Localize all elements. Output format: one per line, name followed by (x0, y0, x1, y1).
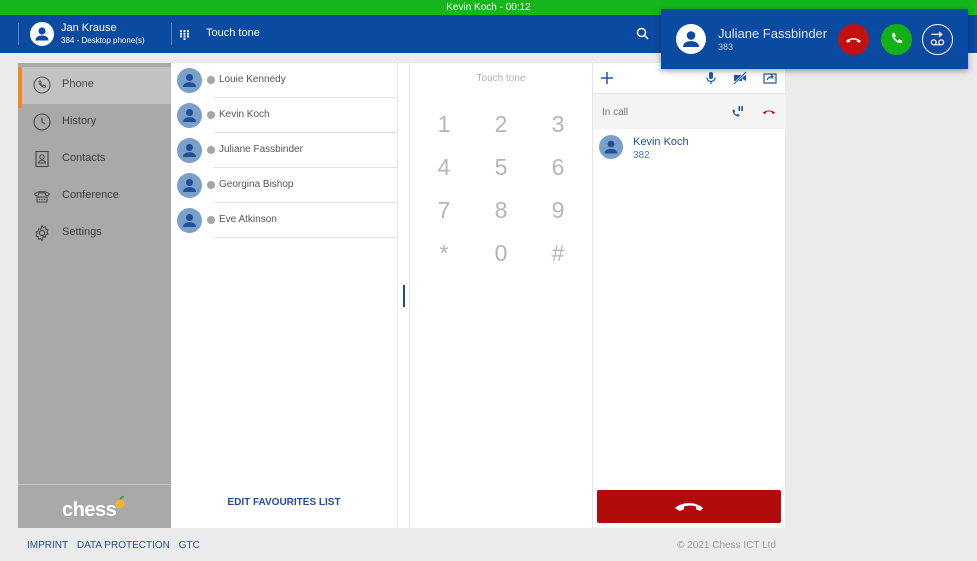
incoming-call-popup: Juliane Fassbinder 383 (661, 9, 968, 69)
incoming-caller-name: Juliane Fassbinder (718, 26, 828, 41)
favourite-row[interactable]: Eve Atkinson (171, 203, 397, 238)
gear-icon (33, 224, 51, 242)
keypad-key[interactable]: # (538, 240, 578, 267)
add-call-icon[interactable] (600, 71, 614, 85)
favourite-row[interactable]: Kevin Koch (171, 98, 397, 133)
search-icon[interactable] (636, 27, 649, 40)
keypad-key[interactable]: 4 (424, 154, 464, 181)
keypad-key[interactable]: 2 (481, 111, 521, 138)
sidebar-item-contacts[interactable]: Contacts (18, 141, 171, 178)
phone-icon (891, 32, 903, 44)
sidebar-item-label: Phone (62, 78, 94, 90)
keypad-key[interactable]: 0 (481, 240, 521, 267)
transfer-call-icon[interactable] (763, 71, 777, 85)
row-divider (214, 237, 397, 238)
user-avatar[interactable] (30, 22, 54, 46)
incoming-caller-avatar (676, 24, 706, 54)
presence-status-dot (207, 181, 215, 189)
sidebar-item-label: History (62, 115, 97, 127)
hang-up-icon (674, 500, 704, 513)
footer-link-gtc[interactable]: GTC (179, 540, 200, 551)
presence-status-dot (207, 76, 215, 84)
hang-up-icon (846, 38, 861, 43)
footer-link-imprint[interactable]: IMPRINT (27, 540, 68, 551)
keypad-key[interactable]: 7 (424, 197, 464, 224)
touch-tone-keypad: Touch tone 1 2 3 4 5 6 7 8 9 * 0 # (410, 63, 592, 528)
hang-up-button[interactable] (597, 490, 781, 523)
keypad-key[interactable]: * (424, 240, 464, 267)
reject-call-button[interactable] (838, 24, 869, 55)
sidebar-item-settings[interactable]: Settings (18, 215, 171, 252)
presence-status-dot (207, 216, 215, 224)
favourite-row[interactable]: Georgina Bishop (171, 168, 397, 203)
favourite-name: Juliane Fassbinder (219, 144, 303, 155)
end-call-small-icon[interactable] (762, 105, 776, 119)
footer-links: IMPRINT DATA PROTECTION GTC (27, 540, 206, 551)
copyright-text: © 2021 Chess ICT Ltd (677, 540, 776, 551)
sidebar-item-label: Settings (62, 226, 102, 238)
favourite-row[interactable]: Louie Kennedy (171, 63, 397, 98)
footer-link-data-protection[interactable]: DATA PROTECTION (77, 540, 170, 551)
sidebar-item-phone[interactable]: Phone (18, 67, 171, 108)
user-name: Jan Krause (61, 22, 117, 34)
presence-status-dot (207, 111, 215, 119)
user-device: 384 - Desktop phone(s) (61, 36, 145, 45)
caller-avatar (599, 135, 623, 159)
conference-phone-icon (33, 187, 51, 205)
header-separator (171, 23, 172, 45)
accept-call-button[interactable] (881, 24, 912, 55)
page-title: Touch tone (206, 27, 260, 39)
favourite-row[interactable]: Juliane Fassbinder (171, 133, 397, 168)
voicemail-divert-icon (930, 31, 945, 46)
video-off-icon[interactable] (733, 71, 747, 85)
keypad-title: Touch tone (476, 73, 526, 84)
favourite-name: Kevin Koch (219, 109, 270, 120)
sidebar-item-conference[interactable]: Conference (18, 178, 171, 215)
contact-avatar (177, 173, 202, 198)
keypad-icon[interactable] (180, 27, 189, 40)
chess-logo: chess (62, 499, 117, 521)
contact-avatar (177, 138, 202, 163)
microphone-icon[interactable] (704, 71, 718, 85)
in-call-header: In call (593, 94, 786, 129)
favourite-name: Georgina Bishop (219, 179, 294, 190)
contact-avatar (177, 68, 202, 93)
call-panel: In call Kevin Koch 382 (592, 63, 786, 528)
sidebar-footer: chess (18, 484, 171, 529)
favourites-list: Louie Kennedy Kevin Koch Juliane Fassbin… (171, 63, 397, 528)
edit-favourites-button[interactable]: EDIT FAVOURITES LIST (171, 497, 397, 508)
caller-name: Kevin Koch (633, 136, 689, 148)
caller-number: 382 (633, 150, 650, 161)
clock-icon (33, 113, 51, 131)
contact-card-icon (33, 150, 51, 168)
sidebar-item-history[interactable]: History (18, 104, 171, 141)
sidebar-item-label: Contacts (62, 152, 106, 164)
phone-icon (33, 76, 51, 94)
panel-resize-handle[interactable] (397, 63, 410, 528)
keypad-key[interactable]: 5 (481, 154, 521, 181)
incoming-caller-number: 383 (718, 42, 734, 52)
divert-to-voicemail-button[interactable] (922, 24, 953, 55)
resize-grip[interactable] (403, 285, 405, 307)
chess-logo-mark (114, 495, 126, 509)
keypad-key[interactable]: 1 (424, 111, 464, 138)
header-separator (18, 23, 19, 45)
contact-avatar (177, 208, 202, 233)
keypad-key[interactable]: 8 (481, 197, 521, 224)
contact-avatar (177, 103, 202, 128)
favourite-name: Louie Kennedy (219, 74, 286, 85)
hold-call-icon[interactable] (730, 105, 744, 119)
presence-status-dot (207, 146, 215, 154)
keypad-key[interactable]: 6 (538, 154, 578, 181)
sidebar-item-label: Conference (62, 189, 119, 201)
active-call-entry[interactable]: Kevin Koch 382 (593, 129, 786, 169)
in-call-label: In call (602, 107, 629, 118)
sidebar: Phone History Contacts Conference Settin… (18, 63, 171, 528)
keypad-key[interactable]: 9 (538, 197, 578, 224)
keypad-key[interactable]: 3 (538, 111, 578, 138)
favourite-name: Eve Atkinson (219, 214, 277, 225)
